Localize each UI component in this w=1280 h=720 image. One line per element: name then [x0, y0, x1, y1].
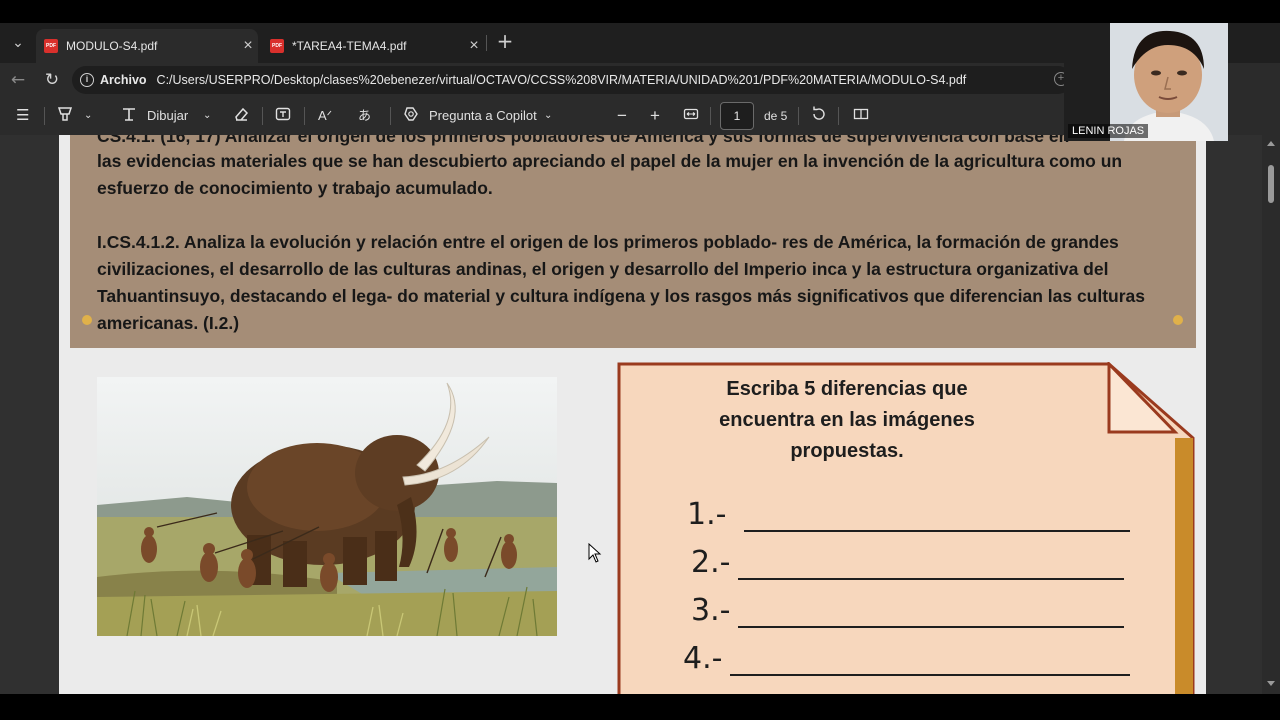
draw-button[interactable]: Dibujar: [147, 105, 188, 127]
answer-line-3: 3.-: [691, 593, 1125, 628]
contents-icon[interactable]: ☰: [16, 105, 29, 127]
toolbar-divider: [262, 107, 263, 125]
ask-copilot-button[interactable]: Pregunta a Copilot: [429, 105, 537, 127]
objective-text-partial: CS.4.1. (16, 17) Analizar el origen de l…: [97, 135, 1070, 146]
highlight-icon[interactable]: [56, 105, 74, 127]
page-number-input[interactable]: 1: [720, 102, 754, 130]
toolbar-divider: [710, 107, 711, 125]
indicator-text: I.CS.4.1.2. Analiza la evolución y relac…: [97, 232, 1146, 333]
answer-number: 2.-: [691, 545, 731, 580]
info-icon[interactable]: i: [80, 73, 94, 87]
refresh-icon[interactable]: ↻: [40, 68, 64, 92]
tab-title: MODULO-S4.pdf: [66, 39, 158, 53]
fit-width-icon[interactable]: [682, 105, 700, 127]
answer-number: 1.-: [687, 497, 727, 532]
screen-bottom-border: [0, 694, 1280, 720]
task-card: Escriba 5 diferencias que encuentra en l…: [617, 362, 1197, 694]
pdf-file-icon: PDF: [270, 39, 284, 53]
close-icon[interactable]: ×: [238, 37, 258, 55]
tab-tarea[interactable]: PDF *TAREA4-TEMA4.pdf ×: [262, 29, 484, 63]
pdf-page: CS.4.1. (16, 17) Analizar el origen de l…: [59, 135, 1206, 694]
chevron-down-icon[interactable]: ⌄: [544, 105, 552, 127]
scroll-up-icon[interactable]: [1267, 141, 1275, 146]
zoom-out-icon[interactable]: −: [617, 105, 627, 127]
answer-blank: [744, 502, 1131, 532]
copilot-icon[interactable]: [402, 105, 420, 127]
text-box-icon[interactable]: [274, 105, 292, 127]
address-bar[interactable]: i Archivo C:/Users/USERPRO/Desktop/clase…: [72, 66, 1072, 94]
back-icon[interactable]: ←: [6, 68, 30, 92]
scroll-down-icon[interactable]: [1267, 681, 1275, 686]
tab-divider: [486, 35, 487, 51]
answer-line-1: 1.-: [687, 497, 1131, 532]
answer-line-4: 4.-: [683, 641, 1131, 676]
pdf-file-icon: PDF: [44, 39, 58, 53]
screen-top-border: [0, 0, 1280, 23]
cursor-icon: [588, 542, 602, 567]
chevron-down-icon[interactable]: ⌄: [84, 105, 92, 127]
close-icon[interactable]: ×: [464, 37, 484, 55]
scrollbar-thumb[interactable]: [1268, 165, 1274, 203]
answer-number: 4.-: [683, 641, 723, 676]
answer-blank: [738, 550, 1125, 580]
draw-icon[interactable]: [120, 105, 138, 127]
vertical-scrollbar[interactable]: [1262, 135, 1280, 694]
eraser-icon[interactable]: [232, 105, 250, 127]
toolbar-divider: [838, 107, 839, 125]
url-path: C:/Users/USERPRO/Desktop/clases%20ebenez…: [156, 73, 967, 87]
answer-blank: [738, 598, 1125, 628]
mammoth-hunt-image: [97, 377, 557, 636]
answer-number: 3.-: [691, 593, 731, 628]
zoom-in-icon[interactable]: +: [650, 105, 660, 127]
url-scheme-label: Archivo: [100, 73, 147, 87]
rotate-icon[interactable]: [810, 105, 828, 127]
objective-text: las evidencias materiales que se han des…: [97, 151, 1123, 198]
toolbar-divider: [304, 107, 305, 125]
page-total: de 5: [764, 109, 788, 123]
tab-title: *TAREA4-TEMA4.pdf: [292, 39, 407, 53]
tab-list-icon[interactable]: ⌄: [6, 31, 30, 55]
answer-line-2: 2.-: [691, 545, 1125, 580]
decorative-dot: [82, 315, 92, 325]
tab-modulo[interactable]: PDF MODULO-S4.pdf ×: [36, 29, 258, 63]
task-title: Escriba 5 diferencias que encuentra en l…: [719, 378, 975, 462]
toolbar-divider: [390, 107, 391, 125]
webcam-overlay: LENIN ROJAS: [1064, 23, 1228, 141]
read-aloud-icon[interactable]: Aᐟ: [318, 105, 332, 127]
participant-name: LENIN ROJAS: [1068, 124, 1149, 138]
chevron-down-icon[interactable]: ⌄: [203, 105, 211, 127]
document-viewport[interactable]: CS.4.1. (16, 17) Analizar el origen de l…: [0, 135, 1280, 694]
toolbar-divider: [798, 107, 799, 125]
plus-icon[interactable]: +: [494, 30, 516, 52]
page-view-icon[interactable]: [852, 105, 870, 127]
answer-blank: [730, 646, 1131, 676]
toolbar-divider: [44, 107, 45, 125]
translate-icon[interactable]: あ: [358, 105, 371, 127]
